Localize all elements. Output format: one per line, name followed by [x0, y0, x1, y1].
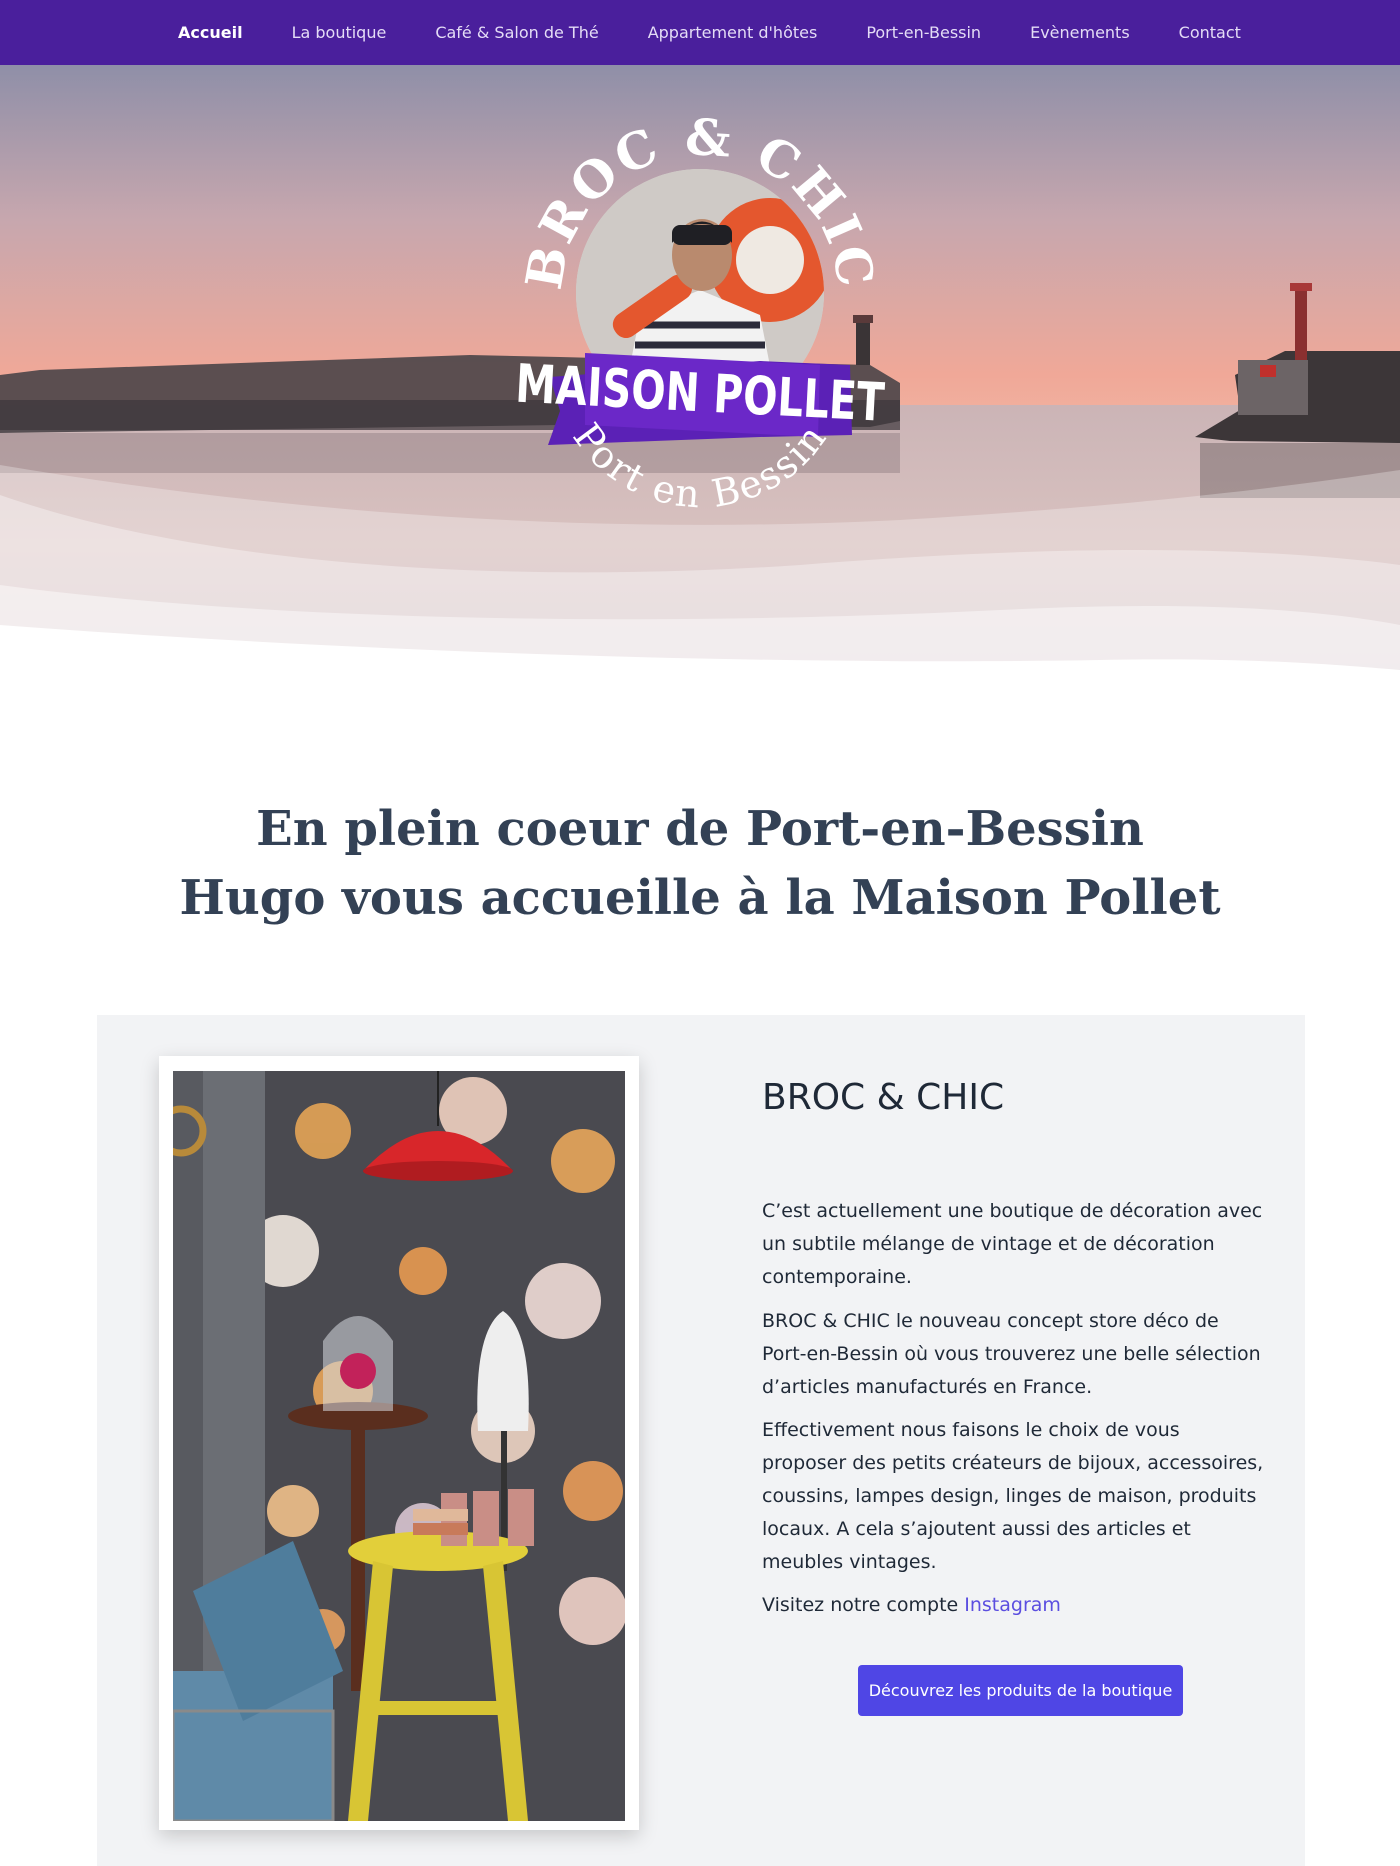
- nav-item-evenements[interactable]: Evènements: [1030, 23, 1130, 42]
- shop-interior-image: [173, 1071, 625, 1821]
- discover-products-button[interactable]: Découvrez les produits de la boutique: [858, 1665, 1183, 1716]
- paragraph-2: BROC & CHIC le nouveau concept store déc…: [762, 1310, 1261, 1398]
- shop-photo: [173, 1071, 625, 1821]
- nav-item-cafe-salon[interactable]: Café & Salon de Thé: [435, 23, 598, 42]
- nav-item-appartement[interactable]: Appartement d'hôtes: [648, 23, 818, 42]
- instagram-link[interactable]: Instagram: [964, 1594, 1061, 1616]
- shop-photo-frame: [159, 1056, 639, 1830]
- paragraph-1: C’est actuellement une boutique de décor…: [762, 1200, 1263, 1288]
- hero-harbor-image: BROC & CHIC MAISON POLLET Port en Bessin: [0, 65, 1400, 685]
- hero-banner: BROC & CHIC MAISON POLLET Port en Bessin: [0, 65, 1400, 685]
- nav-item-port-en-bessin[interactable]: Port-en-Bessin: [866, 23, 981, 42]
- nav-item-accueil[interactable]: Accueil: [178, 23, 243, 42]
- headline-line-1: En plein coeur de Port-en-Bessin: [256, 801, 1144, 857]
- page-headline: En plein coeur de Port-en-Bessin Hugo vo…: [0, 795, 1400, 933]
- broc-chic-section: BROC & CHIC C’est actuellement une bouti…: [97, 1015, 1305, 1866]
- section-title: BROC & CHIC: [762, 1077, 1005, 1118]
- paragraph-3: Effectivement nous faisons le choix de v…: [762, 1419, 1264, 1573]
- nav-item-contact[interactable]: Contact: [1179, 23, 1241, 42]
- instagram-prefix-text: Visitez notre compte: [762, 1594, 965, 1616]
- headline-line-2: Hugo vous accueille à la Maison Pollet: [179, 870, 1221, 926]
- main-navigation: Accueil La boutique Café & Salon de Thé …: [0, 0, 1400, 65]
- instagram-paragraph: Visitez notre compte Instagram: [762, 1589, 1267, 1622]
- nav-item-la-boutique[interactable]: La boutique: [292, 23, 387, 42]
- nav-menu: Accueil La boutique Café & Salon de Thé …: [178, 0, 1290, 65]
